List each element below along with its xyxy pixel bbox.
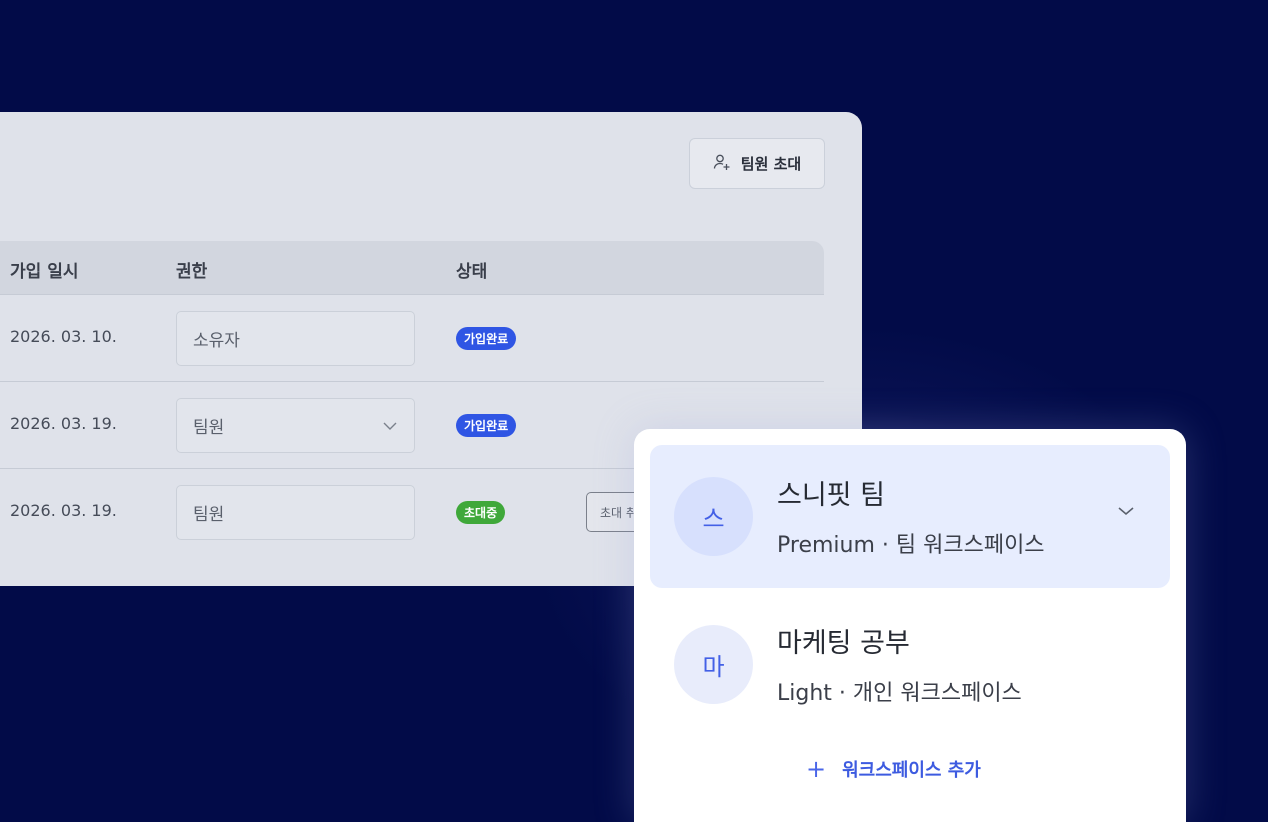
role-field: 팀원 bbox=[176, 485, 415, 540]
chevron-down-icon bbox=[382, 416, 398, 435]
chevron-down-icon[interactable] bbox=[1116, 502, 1136, 521]
plus-icon: + bbox=[806, 755, 827, 783]
status-badge: 가입완료 bbox=[456, 414, 517, 437]
column-joined-date: 가입 일시 bbox=[10, 262, 79, 282]
invite-member-button[interactable]: 팀원 초대 bbox=[689, 138, 825, 189]
workspace-item-active[interactable]: 스 스니핏 팀 Premium · 팀 워크스페이스 bbox=[650, 445, 1170, 588]
workspace-avatar: 스 bbox=[674, 477, 753, 556]
role-value: 팀원 bbox=[193, 418, 225, 438]
role-dropdown[interactable]: 팀원 bbox=[176, 398, 415, 453]
role-field: 소유자 bbox=[176, 311, 415, 366]
joined-date: 2026. 03. 19. bbox=[10, 501, 117, 520]
joined-date: 2026. 03. 10. bbox=[10, 327, 117, 346]
column-role: 권한 bbox=[176, 262, 208, 282]
role-value: 소유자 bbox=[193, 331, 240, 351]
role-value: 팀원 bbox=[193, 505, 225, 525]
user-plus-icon bbox=[713, 153, 731, 175]
add-workspace-label: 워크스페이스 추가 bbox=[842, 760, 981, 781]
table-header: 가입 일시 권한 상태 bbox=[0, 241, 824, 294]
status-badge: 초대중 bbox=[456, 501, 506, 524]
workspace-item[interactable]: 마 마케팅 공부 Light · 개인 워크스페이스 bbox=[650, 593, 1170, 736]
table-row: 2026. 03. 10. 소유자 가입완료 bbox=[0, 294, 824, 381]
workspace-detail: Premium · 팀 워크스페이스 bbox=[777, 533, 1045, 558]
status-badge: 가입완료 bbox=[456, 327, 517, 350]
workspace-detail: Light · 개인 워크스페이스 bbox=[777, 681, 1022, 706]
workspace-name: 마케팅 공부 bbox=[777, 628, 910, 659]
workspace-switcher: 스 스니핏 팀 Premium · 팀 워크스페이스 마 마케팅 공부 Ligh… bbox=[634, 429, 1186, 822]
invite-button-label: 팀원 초대 bbox=[740, 155, 802, 173]
joined-date: 2026. 03. 19. bbox=[10, 414, 117, 433]
workspace-name: 스니핏 팀 bbox=[777, 480, 885, 511]
workspace-avatar: 마 bbox=[674, 625, 753, 704]
column-status: 상태 bbox=[456, 262, 488, 282]
add-workspace-button[interactable]: + 워크스페이스 추가 bbox=[806, 756, 981, 782]
